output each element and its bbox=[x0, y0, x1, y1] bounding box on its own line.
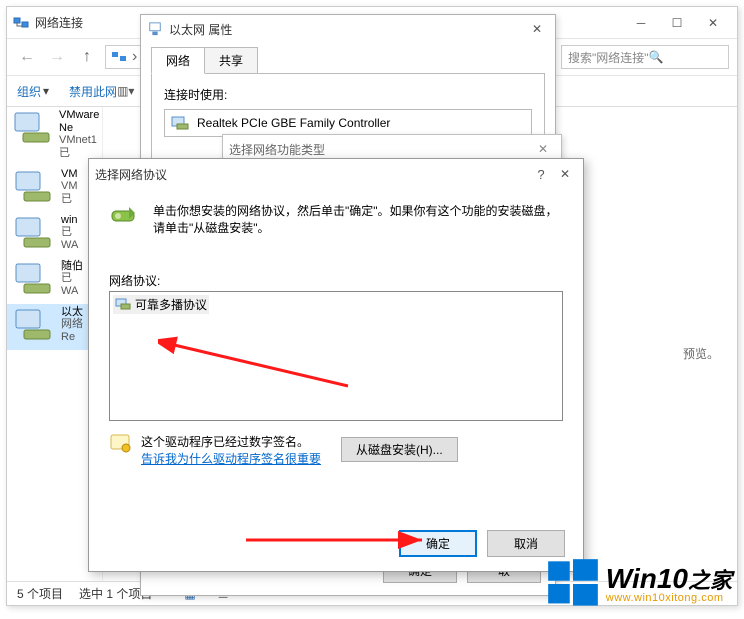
adapter-icon bbox=[13, 214, 55, 252]
watermark-url: www.win10xitong.com bbox=[606, 593, 732, 604]
network-icon bbox=[13, 15, 29, 31]
maximize-button[interactable]: ☐ bbox=[659, 10, 695, 36]
proto-body: 单击你想安装的网络协议，然后单击"确定"。如果你有这个功能的安装磁盘，请单击"从… bbox=[89, 189, 583, 479]
minimize-button[interactable]: ─ bbox=[623, 10, 659, 36]
proto-titlebar: 选择网络协议 ? ✕ bbox=[89, 159, 583, 189]
item-status: 已 bbox=[61, 193, 78, 206]
proto-ok-button[interactable]: 确定 bbox=[399, 530, 477, 557]
item-count: 5 个项目 bbox=[17, 585, 63, 602]
eth-close-button[interactable]: ✕ bbox=[525, 16, 549, 42]
preview-hint: 预览。 bbox=[683, 345, 719, 362]
item-sub: 网络 bbox=[61, 318, 83, 331]
proto-buttons: 确定 取消 bbox=[399, 530, 565, 557]
adapter-icon bbox=[171, 115, 189, 131]
signed-text: 这个驱动程序已经过数字签名。 bbox=[141, 433, 321, 450]
proto-help-button[interactable]: ? bbox=[529, 161, 553, 187]
search-placeholder: 搜索"网络连接" bbox=[568, 49, 649, 66]
proto-list-item[interactable]: 可靠多播协议 bbox=[113, 295, 209, 314]
item-title: 随伯 bbox=[61, 260, 83, 273]
conn-label: 连接时使用: bbox=[164, 86, 532, 103]
adapter-icon bbox=[13, 168, 55, 206]
adapter-box: Realtek PCIe GBE Family Controller bbox=[164, 109, 532, 137]
proto-signed-row: 这个驱动程序已经过数字签名。 告诉我为什么驱动程序签名很重要 从磁盘安装(H).… bbox=[109, 433, 563, 467]
item-status: WA bbox=[61, 285, 83, 298]
close-button[interactable]: ✕ bbox=[695, 10, 731, 36]
search-icon: 🔍 bbox=[649, 50, 664, 64]
item-title: VMware Ne bbox=[59, 109, 99, 134]
from-disk-button[interactable]: 从磁盘安装(H)... bbox=[341, 437, 458, 462]
proto-install-icon bbox=[109, 203, 139, 232]
network-icon bbox=[110, 49, 128, 65]
tab-network[interactable]: 网络 bbox=[151, 47, 205, 74]
item-status: WA bbox=[61, 239, 78, 252]
item-sub: VMnet1 bbox=[59, 134, 99, 147]
certificate-icon bbox=[109, 433, 131, 458]
watermark-brand: Win10 bbox=[606, 563, 688, 594]
disable-button[interactable]: 禁用此网 bbox=[69, 83, 117, 100]
proto-title: 选择网络协议 bbox=[95, 166, 167, 183]
adapter-icon bbox=[13, 260, 55, 298]
eth-title: 以太网 属性 bbox=[169, 21, 232, 38]
ethernet-icon bbox=[147, 21, 163, 37]
proto-list-label: 网络协议: bbox=[109, 272, 563, 289]
item-sub: 已 bbox=[61, 226, 78, 239]
why-signing-link[interactable]: 告诉我为什么驱动程序签名很重要 bbox=[141, 452, 321, 466]
watermark-suffix: 之家 bbox=[688, 568, 732, 593]
view-layout-icon[interactable]: ▥▾ bbox=[117, 84, 134, 98]
list-item[interactable]: VMware NeVMnet1已 bbox=[7, 107, 102, 166]
proto-close-button[interactable]: ✕ bbox=[553, 161, 577, 187]
watermark: Win10之家 www.win10xitong.com bbox=[546, 557, 732, 611]
proto-listbox[interactable]: 可靠多播协议 bbox=[109, 291, 563, 421]
nav-back-button[interactable]: ← bbox=[15, 45, 39, 69]
adapter-name: Realtek PCIe GBE Family Controller bbox=[197, 116, 390, 130]
item-status: Re bbox=[61, 331, 83, 344]
nav-up-button[interactable]: ↑ bbox=[75, 45, 99, 69]
nav-forward-button[interactable]: → bbox=[45, 45, 69, 69]
eth-titlebar: 以太网 属性 ✕ bbox=[141, 15, 555, 43]
feature-title: 选择网络功能类型 bbox=[229, 141, 325, 158]
item-sub: 已 bbox=[61, 272, 83, 285]
item-title: VM bbox=[61, 168, 78, 181]
main-title: 网络连接 bbox=[35, 14, 83, 31]
adapter-icon bbox=[13, 109, 53, 147]
adapter-icon bbox=[13, 306, 55, 344]
protocol-icon bbox=[115, 297, 131, 311]
tab-sharing[interactable]: 共享 bbox=[204, 47, 258, 74]
proto-instructions: 单击你想安装的网络协议，然后单击"确定"。如果你有这个功能的安装磁盘，请单击"从… bbox=[153, 203, 563, 238]
protocol-dialog: 选择网络协议 ? ✕ 单击你想安装的网络协议，然后单击"确定"。如果你有这个功能… bbox=[88, 158, 584, 572]
item-title: 以太 bbox=[61, 306, 83, 319]
proto-item-label: 可靠多播协议 bbox=[135, 296, 207, 313]
windows-logo-icon bbox=[546, 557, 600, 611]
eth-tabs: 网络 共享 bbox=[141, 43, 555, 74]
organize-button[interactable]: 组织 bbox=[17, 83, 41, 100]
item-title: win bbox=[61, 214, 78, 227]
search-box[interactable]: 搜索"网络连接" 🔍 bbox=[561, 45, 729, 69]
item-sub: VM bbox=[61, 180, 78, 193]
proto-cancel-button[interactable]: 取消 bbox=[487, 530, 565, 557]
